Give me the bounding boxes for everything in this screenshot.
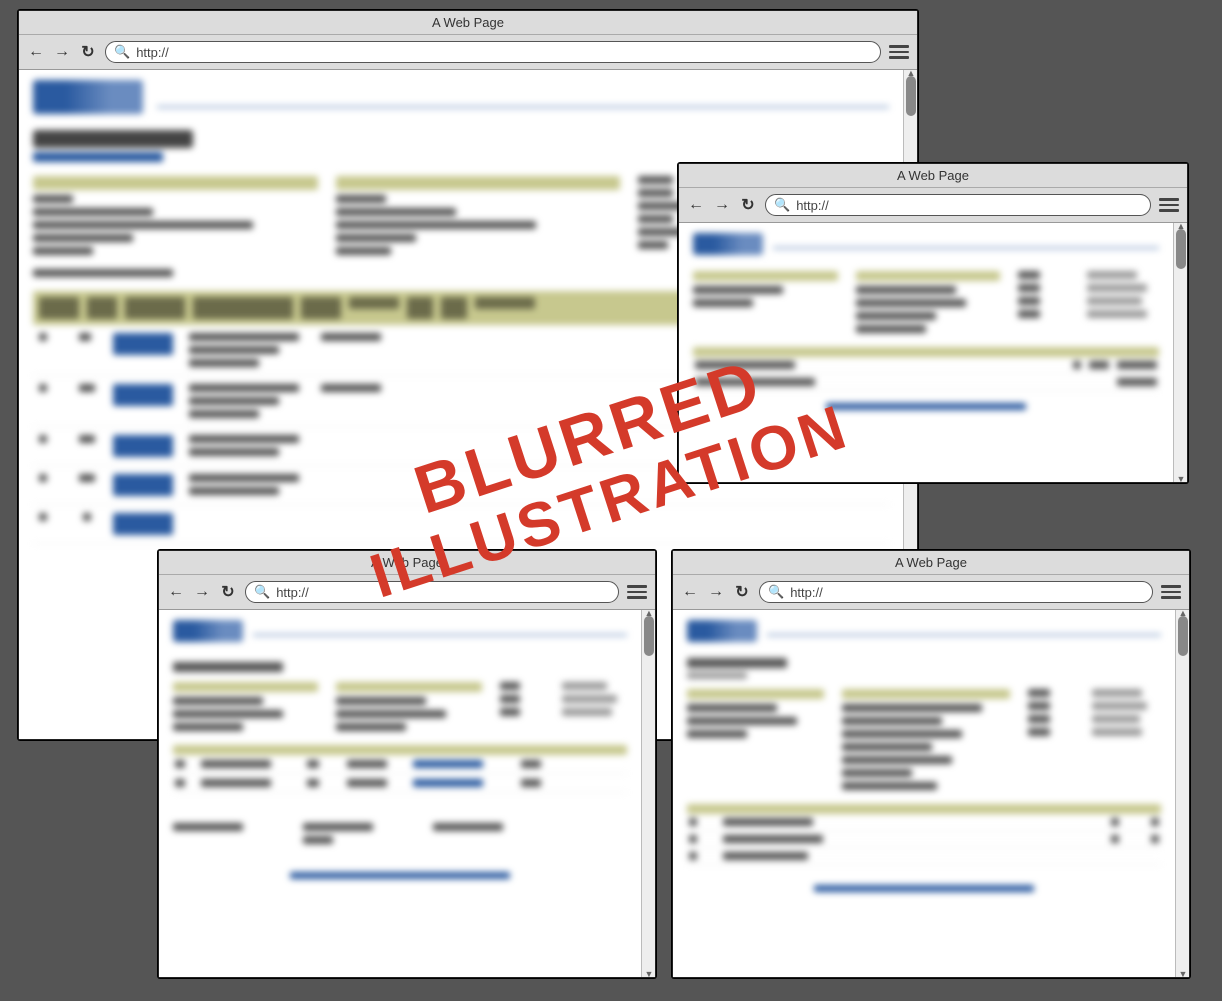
back-icon[interactable]: ← [687,196,705,214]
search-icon: 🔍 [768,584,784,600]
breadcrumb-link[interactable] [33,152,163,162]
back-icon[interactable]: ← [27,43,45,61]
scrollbar[interactable]: ▲▼ [1175,610,1189,977]
window-title: A Web Page [19,11,917,35]
browser-window-4: A Web Page ← → ↻ 🔍 [672,550,1190,978]
back-icon[interactable]: ← [167,583,185,601]
url-input[interactable] [136,45,872,60]
hamburger-menu-icon[interactable] [889,45,909,59]
reload-icon[interactable]: ↻ [219,582,237,602]
url-bar[interactable]: 🔍 [105,41,881,63]
window-title: A Web Page [673,551,1189,575]
url-bar[interactable]: 🔍 [765,194,1151,216]
browser-toolbar: ← → ↻ 🔍 [159,575,655,610]
url-bar[interactable]: 🔍 [759,581,1153,603]
window-title: A Web Page [679,164,1187,188]
url-input[interactable] [796,198,1142,213]
reload-icon[interactable]: ↻ [739,195,757,215]
page-content [159,610,641,977]
forward-icon[interactable]: → [193,583,211,601]
window-title: A Web Page [159,551,655,575]
url-bar[interactable]: 🔍 [245,581,619,603]
table-row [33,505,889,544]
hamburger-menu-icon[interactable] [627,585,647,599]
browser-window-3: A Web Page ← → ↻ 🔍 [158,550,656,978]
reload-icon[interactable]: ↻ [733,582,751,602]
brand-logo [33,80,143,114]
url-input[interactable] [790,585,1144,600]
page-content [679,223,1173,482]
reload-icon[interactable]: ↻ [79,42,97,62]
search-icon: 🔍 [254,584,270,600]
search-icon: 🔍 [114,44,130,60]
page-content [673,610,1175,977]
page-heading [33,130,193,148]
brand-logo [693,233,763,255]
forward-icon[interactable]: → [713,196,731,214]
scrollbar[interactable]: ▲▼ [1173,223,1187,482]
browser-window-2: A Web Page ← → ↻ 🔍 [678,163,1188,483]
forward-icon[interactable]: → [707,583,725,601]
brand-logo [687,620,757,642]
scrollbar[interactable]: ▲▼ [641,610,655,977]
search-icon: 🔍 [774,197,790,213]
hamburger-menu-icon[interactable] [1159,198,1179,212]
browser-toolbar: ← → ↻ 🔍 [673,575,1189,610]
forward-icon[interactable]: → [53,43,71,61]
browser-toolbar: ← → ↻ 🔍 [679,188,1187,223]
back-icon[interactable]: ← [681,583,699,601]
url-input[interactable] [276,585,610,600]
hamburger-menu-icon[interactable] [1161,585,1181,599]
browser-toolbar: ← → ↻ 🔍 [19,35,917,70]
brand-logo [173,620,243,642]
